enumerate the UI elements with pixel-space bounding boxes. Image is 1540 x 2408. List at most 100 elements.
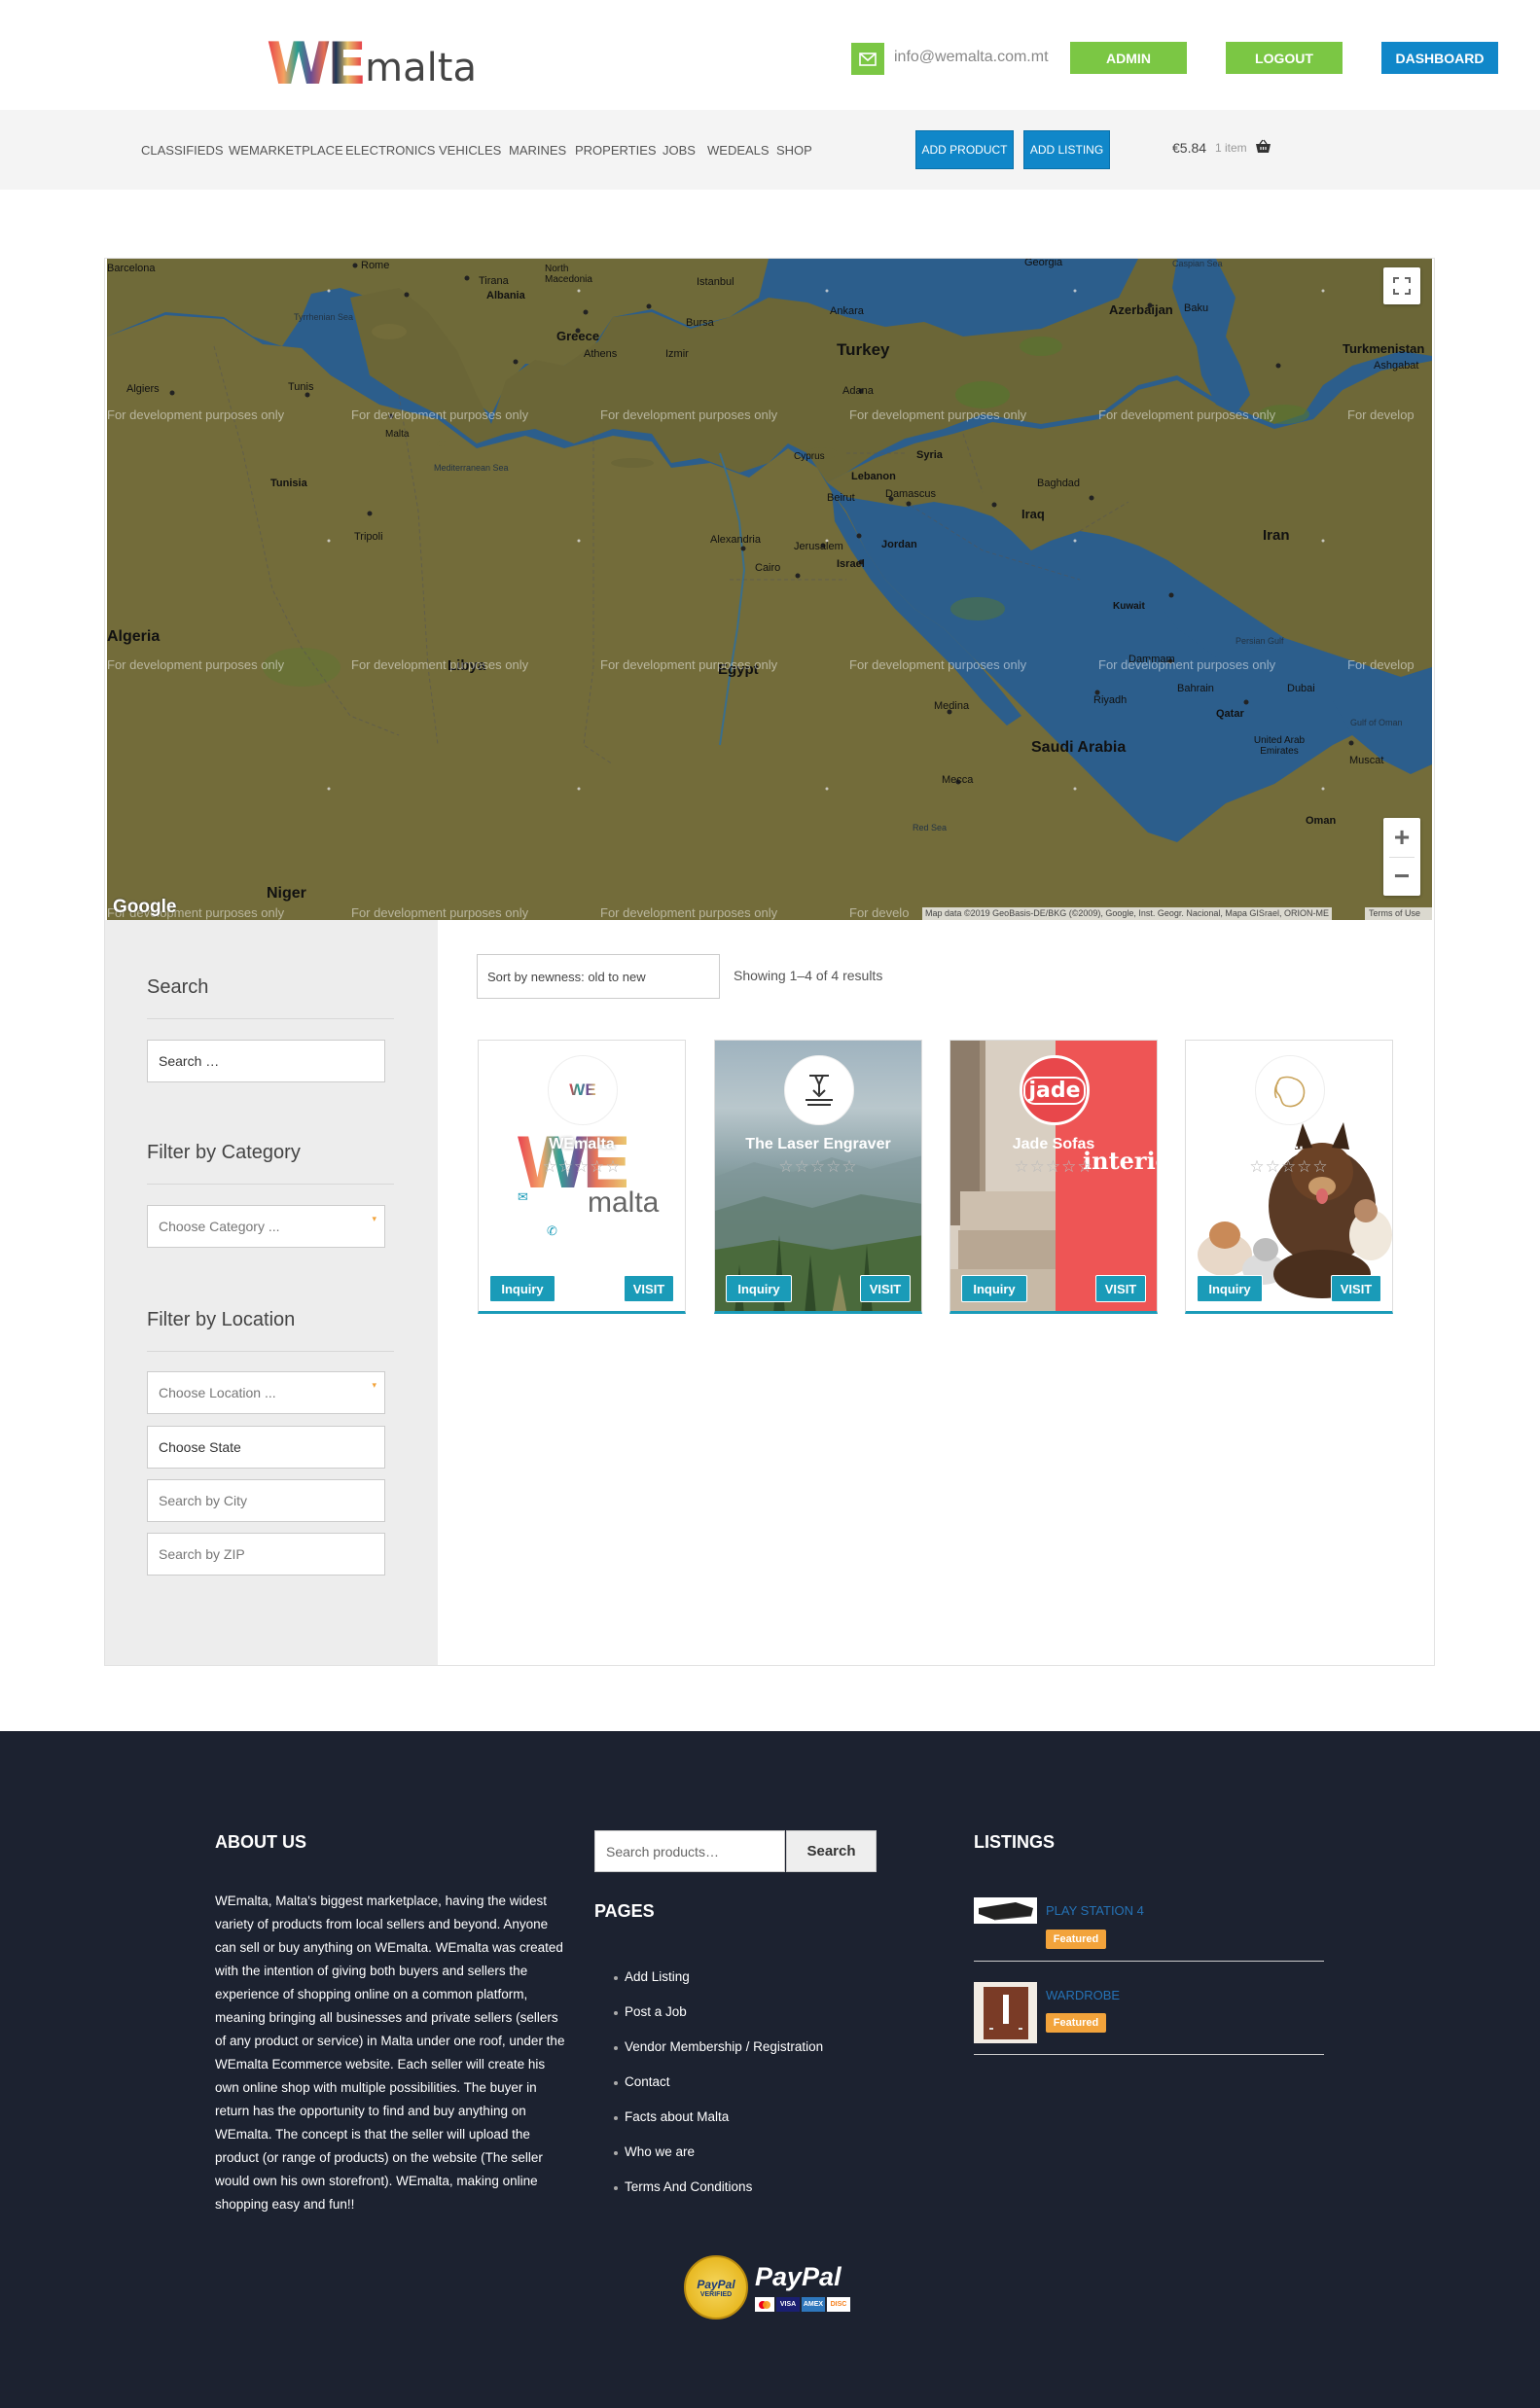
nav-item-shop[interactable]: SHOP — [776, 143, 812, 158]
admin-button[interactable]: ADMIN — [1070, 42, 1187, 74]
cart-count[interactable]: 1 item — [1215, 141, 1247, 155]
laser-engraver-icon — [806, 1075, 833, 1106]
inquiry-button[interactable]: Inquiry — [489, 1275, 555, 1302]
rating-stars: ☆☆☆☆☆ — [1249, 1157, 1329, 1176]
location-select[interactable]: Choose Location ... ▾ — [147, 1371, 385, 1414]
featured-badge: Featured — [1046, 2013, 1106, 2033]
paypal-verified-seal: PayPal VERIFIED — [684, 2255, 748, 2319]
footer-link-add-listing[interactable]: Add Listing — [614, 1969, 690, 1984]
map-canvas — [107, 259, 1432, 920]
sidebar-search-input[interactable]: Search … — [147, 1040, 385, 1082]
contact-email[interactable]: info@wemalta.com.mt — [894, 49, 1049, 66]
divider — [147, 1351, 394, 1352]
nav-item-classifieds[interactable]: CLASSIFIEDS — [141, 143, 224, 158]
chevron-down-icon: ▾ — [372, 1380, 376, 1390]
listing-thumb-playstation[interactable] — [974, 1897, 1037, 1924]
footer-link-facts-malta[interactable]: Facts about Malta — [613, 2109, 729, 2124]
search-widget-title: Search — [147, 976, 209, 998]
footer-link-vendor-membership[interactable]: Vendor Membership / Registration — [613, 2039, 823, 2054]
category-filter-title: Filter by Category — [147, 1142, 301, 1163]
mastercard-icon — [755, 2297, 774, 2312]
google-map[interactable]: Barcelona Rome North Macedonia Georgia T… — [107, 259, 1432, 920]
mail-icon — [851, 43, 884, 75]
footer-link-terms[interactable]: Terms And Conditions — [613, 2179, 752, 2194]
site-logo[interactable]: WE malta — [267, 30, 477, 98]
zoom-in-button[interactable]: + — [1383, 818, 1420, 857]
listing-name[interactable]: WARDROBE — [1046, 1988, 1120, 2002]
listing-card[interactable]: WE WE malta WEmalta ☆☆☆☆☆ ✉ ✆ Inquiry VI… — [478, 1040, 686, 1314]
cart-total[interactable]: €5.84 — [1172, 140, 1206, 156]
nav-item-vehicles[interactable]: VEHICLES — [439, 143, 501, 158]
rating-stars: ☆☆☆☆☆ — [542, 1157, 622, 1176]
rating-stars: ☆☆☆☆☆ — [1014, 1157, 1093, 1176]
listing-card[interactable]: & ... ☆☆☆☆☆ Inquiry VISIT — [1185, 1040, 1393, 1314]
visit-button[interactable]: VISIT — [1095, 1275, 1146, 1302]
zip-search-input[interactable]: Search by ZIP — [147, 1533, 385, 1576]
listing-name[interactable]: PLAY STATION 4 — [1046, 1903, 1144, 1918]
pages-heading: PAGES — [594, 1901, 655, 1921]
category-select-value: Choose Category ... — [159, 1219, 280, 1234]
inquiry-button[interactable]: Inquiry — [1197, 1275, 1263, 1302]
map-terms-link[interactable]: Terms of Use — [1365, 907, 1432, 920]
inquiry-button[interactable]: Inquiry — [961, 1275, 1027, 1302]
location-filter-title: Filter by Location — [147, 1309, 296, 1330]
sort-select[interactable]: Sort by newness: old to new — [477, 954, 720, 999]
listing-card[interactable]: The Laser Engraver ☆☆☆☆☆ Inquiry VISIT — [714, 1040, 922, 1314]
city-search-input[interactable]: Search by City — [147, 1479, 385, 1522]
card-title: Jade Sofas — [1012, 1136, 1095, 1152]
listings-heading: LISTINGS — [974, 1832, 1056, 1852]
category-select[interactable]: Choose Category ... ▾ — [147, 1205, 385, 1248]
card-logo: WE — [548, 1055, 618, 1125]
google-logo[interactable]: Google — [113, 897, 176, 918]
wardrobe-image — [983, 1986, 1028, 2039]
featured-badge: Featured — [1046, 1930, 1106, 1949]
add-product-button[interactable]: ADD PRODUCT — [915, 130, 1014, 169]
card-title: & ... — [1274, 1136, 1304, 1152]
card-logo: jade — [1020, 1055, 1090, 1125]
nav-item-electronics[interactable]: ELECTRONICS — [345, 143, 435, 158]
nav-item-wedeals[interactable]: WEDEALS — [707, 143, 770, 158]
footer-link-post-job[interactable]: Post a Job — [614, 2004, 687, 2019]
phone-icon: ✆ — [547, 1223, 557, 1238]
card-logo-text: WE — [569, 1080, 596, 1099]
logo-we: WE — [267, 30, 367, 98]
seal-subtext: VERIFIED — [699, 2290, 733, 2298]
jade-logo-text: jade — [1023, 1076, 1086, 1105]
visit-button[interactable]: VISIT — [624, 1275, 674, 1302]
zoom-out-button[interactable]: − — [1383, 857, 1420, 896]
rating-stars: ☆☆☆☆☆ — [778, 1157, 858, 1176]
card-logo — [1255, 1055, 1325, 1125]
chevron-down-icon: ▾ — [372, 1214, 376, 1223]
visit-button[interactable]: VISIT — [860, 1275, 911, 1302]
nav-item-properties[interactable]: PROPERTIES — [575, 143, 657, 158]
visa-icon: VISA — [776, 2297, 800, 2312]
inquiry-button[interactable]: Inquiry — [726, 1275, 792, 1302]
card-logo — [784, 1055, 854, 1125]
state-select[interactable]: Choose State — [147, 1426, 385, 1469]
seal-text: PayPal — [697, 2277, 735, 2291]
footer-link-contact[interactable]: Contact — [614, 2074, 670, 2089]
zoom-control: + − — [1383, 818, 1420, 896]
listing-thumb-wardrobe[interactable] — [974, 1982, 1037, 2043]
nav-item-marines[interactable]: MARINES — [509, 143, 566, 158]
basket-icon[interactable] — [1255, 139, 1271, 159]
footer-search-input[interactable]: Search products… — [594, 1830, 785, 1872]
fullscreen-button[interactable] — [1383, 267, 1420, 304]
nav-item-jobs[interactable]: JOBS — [663, 143, 696, 158]
add-listing-button[interactable]: ADD LISTING — [1023, 130, 1110, 169]
footer-search-button[interactable]: Search — [786, 1830, 877, 1872]
logout-button[interactable]: LOGOUT — [1226, 42, 1343, 74]
dashboard-button[interactable]: DASHBOARD — [1381, 42, 1498, 74]
about-heading: ABOUT US — [215, 1832, 306, 1852]
listing-card[interactable]: interior since 1 jade Jade Sofas ☆☆☆☆☆ I… — [949, 1040, 1158, 1314]
dog-icon — [1273, 1076, 1306, 1108]
nav-item-wemarketplace[interactable]: WEMARKETPLACE — [229, 143, 343, 158]
playstation-image — [978, 1901, 1033, 1920]
footer-link-who-we-are[interactable]: Who we are — [613, 2144, 695, 2159]
divider — [974, 2054, 1324, 2055]
divider — [974, 1961, 1324, 1962]
location-select-value: Choose Location ... — [159, 1385, 276, 1400]
map-attribution: Map data ©2019 GeoBasis-DE/BKG (©2009), … — [922, 907, 1332, 920]
discover-icon: DISC — [827, 2297, 850, 2312]
visit-button[interactable]: VISIT — [1331, 1275, 1381, 1302]
